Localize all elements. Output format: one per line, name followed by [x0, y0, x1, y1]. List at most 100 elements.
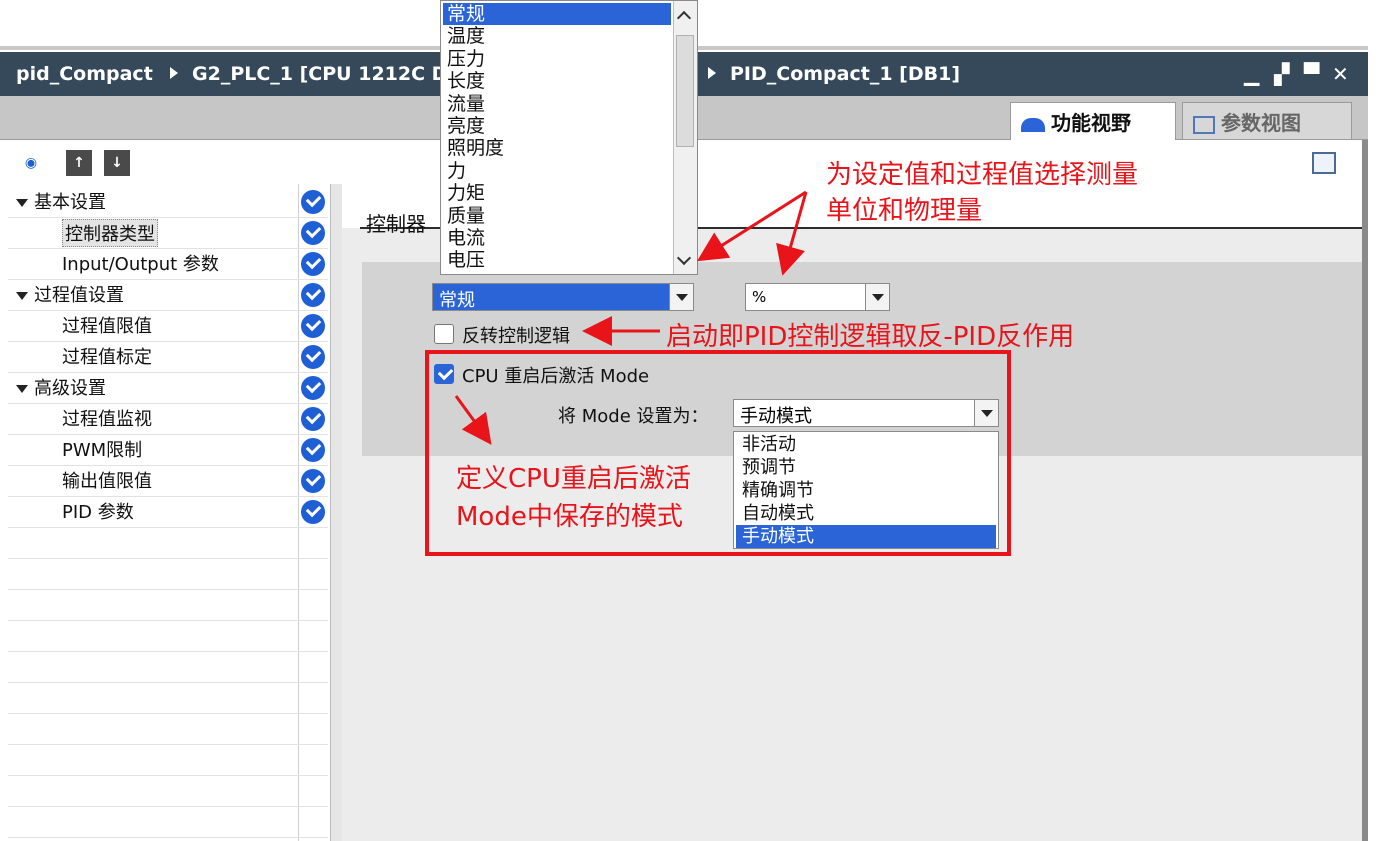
status-check-icon	[301, 221, 325, 245]
sidebar-item-label: 基本设置	[34, 192, 106, 213]
screen: pid_Compact G2_PLC_1 [CPU 1212C D PID_Co…	[0, 0, 1380, 841]
row-divider	[8, 434, 328, 435]
type-option[interactable]: 流量	[443, 93, 671, 115]
row-divider	[8, 744, 328, 745]
sidebar-item[interactable]: 高级设置	[16, 374, 106, 402]
row-divider	[8, 775, 328, 776]
sidebar-item-label: 过程值设置	[34, 285, 124, 306]
status-column-divider	[298, 184, 299, 841]
type-option[interactable]: 压力	[443, 48, 671, 70]
sidebar-item[interactable]: 输出值限值	[62, 467, 152, 495]
navigation-scrollbar[interactable]	[330, 184, 342, 841]
sidebar-item-label: 过程值限值	[62, 316, 152, 337]
sidebar-item-label: PWM限制	[62, 440, 143, 461]
sidebar-item-label: 高级设置	[34, 378, 106, 399]
breadcrumb-project[interactable]: pid_Compact	[16, 63, 153, 85]
breadcrumb-separator-icon	[708, 67, 716, 79]
breadcrumb-plc[interactable]: G2_PLC_1 [CPU 1212C D	[192, 63, 447, 85]
status-check-icon	[301, 376, 325, 400]
sidebar-item-label: 过程值标定	[62, 347, 152, 368]
type-option[interactable]: 照明度	[443, 137, 671, 159]
tab-function-view-label: 功能视野	[1051, 111, 1131, 135]
tab-function-view[interactable]: 功能视野	[1010, 102, 1176, 140]
online-monitor-icon[interactable]: ◉	[18, 150, 44, 176]
type-option[interactable]: 电压	[443, 249, 671, 271]
sidebar-item[interactable]: 过程值监视	[62, 405, 152, 433]
breadcrumb-separator-icon	[170, 67, 178, 79]
sidebar-item[interactable]: 基本设置	[16, 188, 106, 216]
row-divider	[8, 589, 328, 590]
chevron-down-icon[interactable]	[669, 284, 693, 310]
sidebar-item[interactable]: 过程值标定	[62, 343, 152, 371]
close-icon[interactable]: ✕	[1332, 62, 1349, 86]
status-check-icon	[301, 345, 325, 369]
sidebar-item[interactable]: PID 参数	[62, 498, 134, 526]
expand-caret-icon[interactable]	[16, 199, 28, 207]
download-icon[interactable]: ↓	[104, 150, 130, 176]
status-check-icon	[301, 469, 325, 493]
controller-type-value: 常规	[439, 290, 475, 311]
right-scroll-edge	[1362, 140, 1368, 841]
type-option[interactable]: 长度	[443, 70, 671, 92]
type-option[interactable]: 质量	[443, 205, 671, 227]
row-divider	[8, 465, 328, 466]
row-divider	[8, 310, 328, 311]
type-option[interactable]: 力矩	[443, 182, 671, 204]
row-divider	[8, 651, 328, 652]
type-options-list: 常规 温度 压力 长度 流量 亮度 照明度力力矩 质量 电流 电压	[440, 0, 698, 275]
unit-select[interactable]: %	[745, 283, 890, 311]
sidebar-item[interactable]: Input/Output 参数	[62, 250, 219, 278]
type-list-scrollbar[interactable]	[673, 1, 697, 274]
maximize-icon[interactable]: ▀	[1304, 62, 1319, 86]
type-option[interactable]: 温度	[443, 25, 671, 47]
type-option[interactable]: 力	[443, 160, 671, 182]
row-divider	[8, 527, 328, 528]
layout-toggle-icon[interactable]	[1312, 152, 1336, 174]
type-option[interactable]: 电流	[443, 227, 671, 249]
invert-logic-label: 反转控制逻辑	[462, 326, 570, 347]
sidebar-item-label: PID 参数	[62, 502, 134, 523]
upload-icon[interactable]: ↑	[66, 150, 92, 176]
sidebar-item[interactable]: 过程值设置	[16, 281, 124, 309]
mode-annotation-line1: 定义CPU重启后激活	[456, 464, 691, 494]
row-divider	[8, 248, 328, 249]
row-divider	[8, 806, 328, 807]
sidebar-item-label: 过程值监视	[62, 409, 152, 430]
type-option[interactable]: 亮度	[443, 115, 671, 137]
row-divider	[8, 403, 328, 404]
sidebar-item[interactable]: 控制器类型	[62, 219, 158, 247]
scroll-thumb[interactable]	[676, 35, 694, 147]
controller-type-select[interactable]: 常规	[432, 283, 694, 311]
sidebar-item-label: 控制器类型	[65, 224, 155, 245]
unit-annotation-line1: 为设定值和过程值选择测量	[826, 160, 1139, 190]
row-divider	[8, 341, 328, 342]
sidebar-item[interactable]: 过程值限值	[62, 312, 152, 340]
invert-logic-checkbox[interactable]	[434, 324, 454, 344]
row-divider	[8, 372, 328, 373]
row-divider	[8, 682, 328, 683]
status-check-icon	[301, 190, 325, 214]
row-divider	[8, 837, 328, 838]
row-divider	[8, 558, 328, 559]
status-check-icon	[301, 500, 325, 524]
restore-icon[interactable]: ▞	[1274, 62, 1289, 86]
expand-caret-icon[interactable]	[16, 385, 28, 393]
status-check-icon	[301, 314, 325, 338]
invert-annotation: 启动即PID控制逻辑取反-PID反作用	[666, 322, 1075, 352]
chevron-down-icon[interactable]	[865, 284, 889, 310]
mode-annotation-line2: Mode中保存的模式	[456, 502, 683, 532]
scroll-up-icon[interactable]	[676, 5, 694, 29]
tab-param-view-label: 参数视图	[1221, 111, 1301, 135]
status-check-icon	[301, 283, 325, 307]
table-icon	[1193, 115, 1215, 134]
section-title: 控制器	[366, 212, 426, 236]
tab-param-view[interactable]: 参数视图	[1182, 102, 1352, 140]
unit-value: %	[752, 288, 767, 306]
expand-caret-icon[interactable]	[16, 292, 28, 300]
status-check-icon	[301, 252, 325, 276]
minimize-icon[interactable]: ▁	[1244, 62, 1259, 86]
scroll-down-icon[interactable]	[676, 249, 694, 273]
sidebar-item[interactable]: PWM限制	[62, 436, 142, 464]
breadcrumb-db[interactable]: PID_Compact_1 [DB1]	[730, 63, 960, 85]
type-option[interactable]: 常规	[443, 3, 671, 25]
